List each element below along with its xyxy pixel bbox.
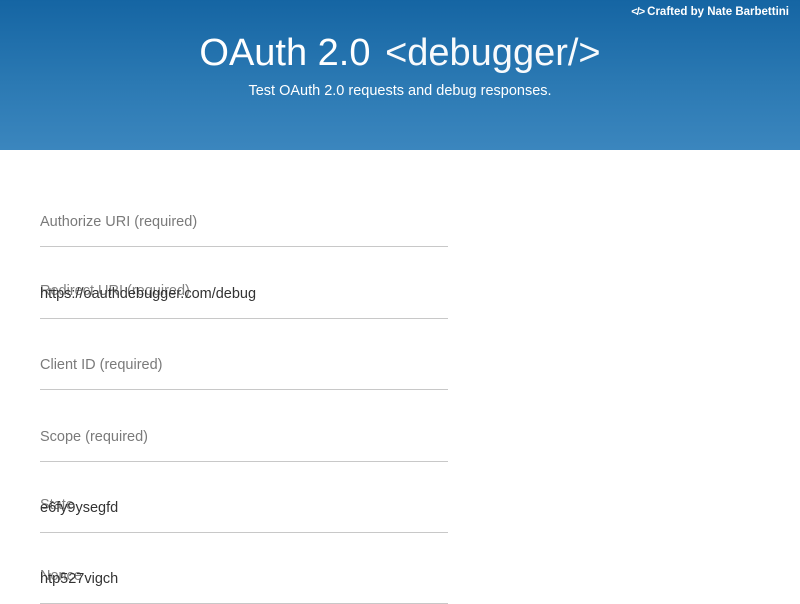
page-subtitle: Test OAuth 2.0 requests and debug respon… <box>248 83 552 99</box>
nonce-input[interactable] <box>40 571 440 587</box>
authorize-uri-input[interactable] <box>40 216 440 232</box>
redirect-uri-input[interactable] <box>40 286 440 302</box>
state-field: State <box>40 492 448 533</box>
code-icon: </> <box>631 6 645 18</box>
scope-input[interactable] <box>40 431 440 447</box>
client-id-field: Client ID (required) <box>40 349 448 390</box>
page-title: OAuth 2.0 <debugger/> <box>0 30 800 76</box>
credit-text: Crafted by Nate Barbettini <box>647 6 789 18</box>
authorize-uri-field: Authorize URI (required) <box>40 206 448 247</box>
state-input[interactable] <box>40 500 440 516</box>
scope-field: Scope (required) <box>40 421 448 462</box>
title-main: OAuth 2.0 <box>199 32 371 74</box>
nonce-field: Nonce <box>40 563 448 604</box>
page-header: </> Crafted by Nate Barbettini OAuth 2.0… <box>0 0 800 150</box>
credit-link[interactable]: </> Crafted by Nate Barbettini <box>631 6 789 18</box>
client-id-input[interactable] <box>40 359 440 375</box>
redirect-uri-field: Redirect URI (required) <box>40 278 448 319</box>
title-tag: <debugger/> <box>385 32 601 74</box>
